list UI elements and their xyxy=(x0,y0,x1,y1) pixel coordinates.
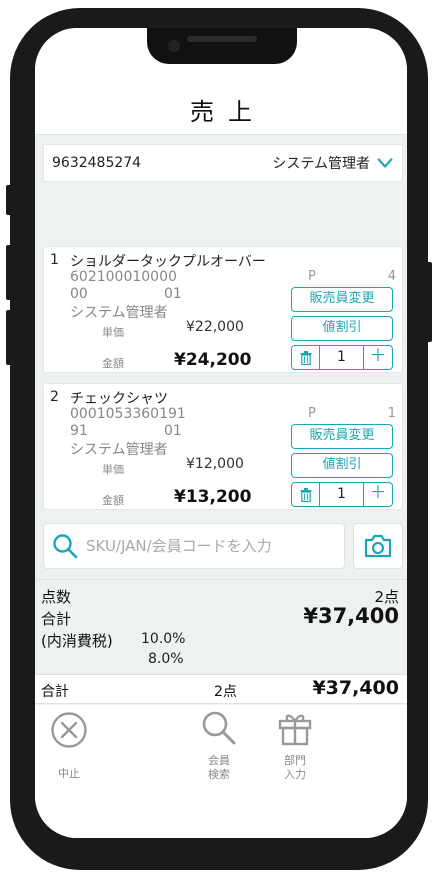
item-size-code: 01 xyxy=(164,286,182,302)
total-bar: 合計 2点 ¥37,400 xyxy=(35,674,407,704)
member-search-button[interactable]: 会員 検索 xyxy=(197,709,241,782)
item-amount: ¥24,200 xyxy=(174,350,252,370)
camera-icon xyxy=(364,534,392,558)
count-label: 点数 xyxy=(41,588,72,606)
department-input-button[interactable]: 部門 入力 xyxy=(273,709,317,782)
item-index: 2 xyxy=(50,389,59,405)
item-points-value: 1 xyxy=(387,406,396,421)
quantity-value[interactable]: 1 xyxy=(320,346,364,369)
tax-rate-reduced: 8.0% xyxy=(148,651,184,667)
item-staff: システム管理者 xyxy=(70,442,168,458)
member-search-label-line1: 会員 xyxy=(208,754,230,767)
department-label-line1: 部門 xyxy=(284,754,306,767)
cancel-button[interactable]: 中止 xyxy=(49,711,89,781)
tax-rate-standard: 10.0% xyxy=(141,631,186,647)
staff-selector[interactable]: 9632485274 システム管理者 xyxy=(43,144,403,182)
quantity-stepper: 1 ＋ xyxy=(291,482,393,507)
volume-down-button xyxy=(6,310,12,365)
total-label: 合計 xyxy=(41,610,72,628)
item-color-code: 00 xyxy=(70,286,88,302)
increment-button[interactable]: ＋ xyxy=(364,483,392,506)
member-search-icon xyxy=(202,711,236,745)
sale-summary: 点数 2点 合計 ¥37,400 (内消費税) 10.0% 8.0% xyxy=(35,579,407,671)
item-amount-label: 金額 xyxy=(102,357,124,370)
power-button xyxy=(426,262,432,342)
trash-icon xyxy=(300,487,311,502)
discount-button[interactable]: 値割引 xyxy=(291,453,393,478)
total-bar-amount: ¥37,400 xyxy=(312,677,399,699)
app-screen: 売上 9632485274 システム管理者 1 ショルダータックプルオーバー 6… xyxy=(35,28,407,838)
total-value: ¥37,400 xyxy=(303,604,399,628)
staff-change-button[interactable]: 販売員変更 xyxy=(291,287,393,312)
line-item[interactable]: 1 ショルダータックプルオーバー 602100010000 00 01 システム… xyxy=(43,246,403,373)
item-amount-label: 金額 xyxy=(102,494,124,507)
search-icon xyxy=(44,533,86,559)
delete-button[interactable] xyxy=(292,483,320,506)
discount-button[interactable]: 値割引 xyxy=(291,316,393,341)
tax-label: (内消費税) xyxy=(41,632,113,650)
item-name: ショルダータックプルオーバー xyxy=(70,254,266,270)
gift-icon xyxy=(278,714,312,746)
department-label-line2: 入力 xyxy=(284,768,306,781)
item-unit-label: 単価 xyxy=(102,326,124,339)
quantity-value[interactable]: 1 xyxy=(320,483,364,506)
line-item[interactable]: 2 チェックシャツ 0001053360191 91 01 システム管理者 P … xyxy=(43,383,403,510)
item-sku: 0001053360191 xyxy=(70,406,186,422)
trash-icon xyxy=(300,350,311,365)
total-bar-count: 2点 xyxy=(214,684,237,700)
mute-switch xyxy=(6,185,12,215)
bottom-toolbar: 中止 会員 検索 部門 入力 xyxy=(35,705,407,838)
quantity-stepper: 1 ＋ xyxy=(291,345,393,370)
staff-name: システム管理者 xyxy=(272,156,370,172)
search-row xyxy=(43,523,403,569)
volume-up-button xyxy=(6,245,12,300)
item-unit-price: ¥12,000 xyxy=(186,456,244,472)
delete-button[interactable] xyxy=(292,346,320,369)
member-search-label-line2: 検索 xyxy=(208,768,230,781)
item-amount: ¥13,200 xyxy=(174,487,252,507)
item-color-code: 91 xyxy=(70,423,88,439)
total-bar-label: 合計 xyxy=(41,684,69,700)
cancel-label: 中止 xyxy=(58,767,80,780)
item-unit-label: 単価 xyxy=(102,463,124,476)
staff-change-button[interactable]: 販売員変更 xyxy=(291,424,393,449)
item-sku: 602100010000 xyxy=(70,269,177,285)
item-points-label: P xyxy=(308,269,316,284)
speaker xyxy=(187,36,257,42)
item-points-value: 4 xyxy=(387,269,396,284)
item-name: チェックシャツ xyxy=(70,391,168,407)
front-camera xyxy=(168,40,180,52)
cancel-icon xyxy=(51,712,87,748)
increment-button[interactable]: ＋ xyxy=(364,346,392,369)
item-size-code: 01 xyxy=(164,423,182,439)
register-code: 9632485274 xyxy=(52,155,142,171)
item-points-label: P xyxy=(308,406,316,421)
search-box[interactable] xyxy=(43,523,345,569)
page-title: 売上 xyxy=(190,98,266,126)
camera-scan-button[interactable] xyxy=(353,523,403,569)
search-input[interactable] xyxy=(86,537,336,555)
item-unit-price: ¥22,000 xyxy=(186,319,244,335)
item-staff: システム管理者 xyxy=(70,305,168,321)
chevron-down-icon xyxy=(377,158,393,168)
item-index: 1 xyxy=(50,252,59,268)
